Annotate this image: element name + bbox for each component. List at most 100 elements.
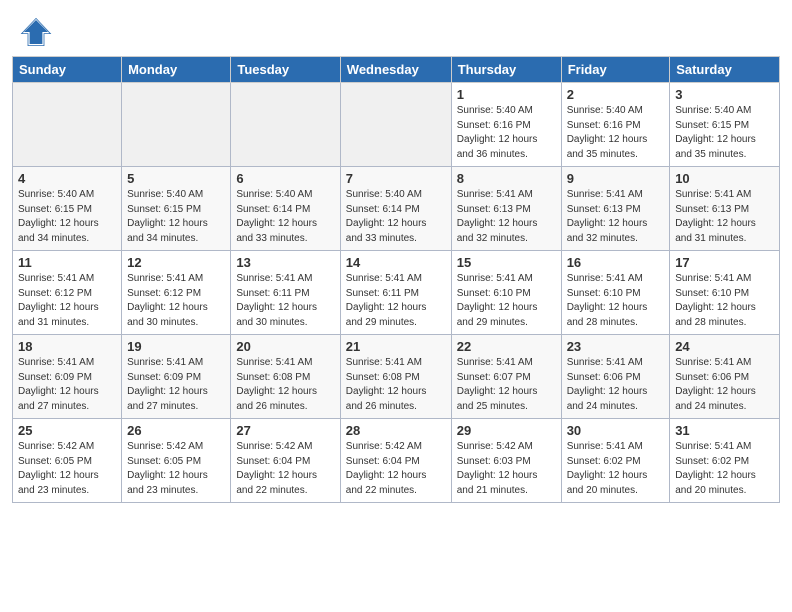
day-number: 27 [236,423,334,438]
day-number: 3 [675,87,774,102]
day-number: 23 [567,339,665,354]
day-number: 26 [127,423,225,438]
calendar-day-cell: 8 Sunrise: 5:41 AM Sunset: 6:13 PM Daylig… [451,167,561,251]
calendar-header-cell: Sunday [13,57,122,83]
calendar-day-cell: 23 Sunrise: 5:41 AM Sunset: 6:06 PM Dayli… [561,335,670,419]
calendar-day-cell: 4Sunrise: 5:40 AM Sunset: 6:15 PM Daylig… [13,167,122,251]
day-number: 25 [18,423,116,438]
day-number: 15 [457,255,556,270]
day-info: Sunrise: 5:41 AM Sunset: 6:08 PM Dayligh… [236,356,334,414]
calendar-day-cell: 31 Sunrise: 5:41 AM Sunset: 6:02 PM Dayli… [670,419,780,503]
calendar-header-cell: Friday [561,57,670,83]
logo [20,16,56,48]
day-info: Sunrise: 5:40 AM Sunset: 6:15 PM Dayligh… [675,104,774,162]
calendar-week-row: 25 Sunrise: 5:42 AM Sunset: 6:05 PM Dayli… [13,419,780,503]
calendar-day-cell [340,83,451,167]
day-number: 4 [18,171,116,186]
calendar-day-cell: 28 Sunrise: 5:42 AM Sunset: 6:04 PM Dayli… [340,419,451,503]
day-number: 17 [675,255,774,270]
calendar-body: 1 Sunrise: 5:40 AM Sunset: 6:16 PM Daylig… [13,83,780,503]
day-number: 31 [675,423,774,438]
day-info: Sunrise: 5:41 AM Sunset: 6:09 PM Dayligh… [18,356,116,414]
calendar-week-row: 11 Sunrise: 5:41 AM Sunset: 6:12 PM Dayli… [13,251,780,335]
day-info: Sunrise: 5:41 AM Sunset: 6:12 PM Dayligh… [127,272,225,330]
day-info: Sunrise: 5:42 AM Sunset: 6:03 PM Dayligh… [457,440,556,498]
day-info: Sunrise: 5:41 AM Sunset: 6:11 PM Dayligh… [236,272,334,330]
calendar-week-row: 1 Sunrise: 5:40 AM Sunset: 6:16 PM Daylig… [13,83,780,167]
calendar-day-cell [122,83,231,167]
day-info: Sunrise: 5:40 AM Sunset: 6:16 PM Dayligh… [457,104,556,162]
calendar-day-cell: 30 Sunrise: 5:41 AM Sunset: 6:02 PM Dayli… [561,419,670,503]
calendar-day-cell: 2Sunrise: 5:40 AM Sunset: 6:16 PM Daylig… [561,83,670,167]
day-number: 14 [346,255,446,270]
calendar-day-cell: 7 Sunrise: 5:40 AM Sunset: 6:14 PM Daylig… [340,167,451,251]
day-number: 11 [18,255,116,270]
day-number: 7 [346,171,446,186]
calendar-day-cell: 16 Sunrise: 5:41 AM Sunset: 6:10 PM Dayli… [561,251,670,335]
day-info: Sunrise: 5:41 AM Sunset: 6:08 PM Dayligh… [346,356,446,414]
day-info: Sunrise: 5:40 AM Sunset: 6:14 PM Dayligh… [346,188,446,246]
calendar-day-cell [231,83,340,167]
calendar-day-cell: 10Sunrise: 5:41 AM Sunset: 6:13 PM Dayli… [670,167,780,251]
day-number: 24 [675,339,774,354]
logo-icon [20,16,52,48]
day-number: 5 [127,171,225,186]
calendar-header-cell: Saturday [670,57,780,83]
calendar-day-cell: 18 Sunrise: 5:41 AM Sunset: 6:09 PM Dayli… [13,335,122,419]
day-info: Sunrise: 5:41 AM Sunset: 6:10 PM Dayligh… [567,272,665,330]
day-info: Sunrise: 5:41 AM Sunset: 6:10 PM Dayligh… [675,272,774,330]
day-number: 22 [457,339,556,354]
day-number: 13 [236,255,334,270]
day-info: Sunrise: 5:41 AM Sunset: 6:13 PM Dayligh… [457,188,556,246]
day-info: Sunrise: 5:41 AM Sunset: 6:02 PM Dayligh… [567,440,665,498]
day-number: 16 [567,255,665,270]
day-number: 8 [457,171,556,186]
calendar-day-cell: 6Sunrise: 5:40 AM Sunset: 6:14 PM Daylig… [231,167,340,251]
day-info: Sunrise: 5:42 AM Sunset: 6:04 PM Dayligh… [346,440,446,498]
calendar-header-cell: Monday [122,57,231,83]
day-number: 12 [127,255,225,270]
day-number: 2 [567,87,665,102]
day-info: Sunrise: 5:41 AM Sunset: 6:07 PM Dayligh… [457,356,556,414]
calendar-week-row: 18 Sunrise: 5:41 AM Sunset: 6:09 PM Dayli… [13,335,780,419]
calendar-day-cell: 25 Sunrise: 5:42 AM Sunset: 6:05 PM Dayli… [13,419,122,503]
calendar-day-cell: 12 Sunrise: 5:41 AM Sunset: 6:12 PM Dayli… [122,251,231,335]
calendar-wrapper: SundayMondayTuesdayWednesdayThursdayFrid… [0,56,792,515]
calendar-day-cell: 13 Sunrise: 5:41 AM Sunset: 6:11 PM Dayli… [231,251,340,335]
day-number: 30 [567,423,665,438]
day-number: 18 [18,339,116,354]
day-number: 19 [127,339,225,354]
day-info: Sunrise: 5:40 AM Sunset: 6:15 PM Dayligh… [127,188,225,246]
page-header [0,0,792,56]
day-info: Sunrise: 5:41 AM Sunset: 6:06 PM Dayligh… [675,356,774,414]
calendar-day-cell: 14Sunrise: 5:41 AM Sunset: 6:11 PM Dayli… [340,251,451,335]
calendar-day-cell: 15 Sunrise: 5:41 AM Sunset: 6:10 PM Dayli… [451,251,561,335]
calendar-day-cell: 1 Sunrise: 5:40 AM Sunset: 6:16 PM Daylig… [451,83,561,167]
day-info: Sunrise: 5:41 AM Sunset: 6:13 PM Dayligh… [567,188,665,246]
calendar-day-cell: 5 Sunrise: 5:40 AM Sunset: 6:15 PM Daylig… [122,167,231,251]
calendar-day-cell: 11Sunrise: 5:41 AM Sunset: 6:12 PM Dayli… [13,251,122,335]
day-number: 29 [457,423,556,438]
calendar-header-row: SundayMondayTuesdayWednesdayThursdayFrid… [13,57,780,83]
day-info: Sunrise: 5:42 AM Sunset: 6:05 PM Dayligh… [18,440,116,498]
day-info: Sunrise: 5:41 AM Sunset: 6:10 PM Dayligh… [457,272,556,330]
day-info: Sunrise: 5:41 AM Sunset: 6:09 PM Dayligh… [127,356,225,414]
calendar-week-row: 4 Sunrise: 5:40 AM Sunset: 6:15 PM Daylig… [13,167,780,251]
day-number: 10 [675,171,774,186]
day-info: Sunrise: 5:41 AM Sunset: 6:06 PM Dayligh… [567,356,665,414]
calendar-header-cell: Tuesday [231,57,340,83]
calendar-table: SundayMondayTuesdayWednesdayThursdayFrid… [12,56,780,503]
day-info: Sunrise: 5:41 AM Sunset: 6:02 PM Dayligh… [675,440,774,498]
day-number: 20 [236,339,334,354]
day-number: 28 [346,423,446,438]
day-number: 1 [457,87,556,102]
calendar-day-cell: 24 Sunrise: 5:41 AM Sunset: 6:06 PM Dayli… [670,335,780,419]
calendar-day-cell: 17 Sunrise: 5:41 AM Sunset: 6:10 PM Dayli… [670,251,780,335]
calendar-day-cell: 22 Sunrise: 5:41 AM Sunset: 6:07 PM Dayli… [451,335,561,419]
calendar-day-cell: 29 Sunrise: 5:42 AM Sunset: 6:03 PM Dayli… [451,419,561,503]
calendar-day-cell: 26Sunrise: 5:42 AM Sunset: 6:05 PM Dayli… [122,419,231,503]
calendar-header-cell: Wednesday [340,57,451,83]
calendar-day-cell [13,83,122,167]
calendar-day-cell: 3 Sunrise: 5:40 AM Sunset: 6:15 PM Daylig… [670,83,780,167]
day-number: 6 [236,171,334,186]
